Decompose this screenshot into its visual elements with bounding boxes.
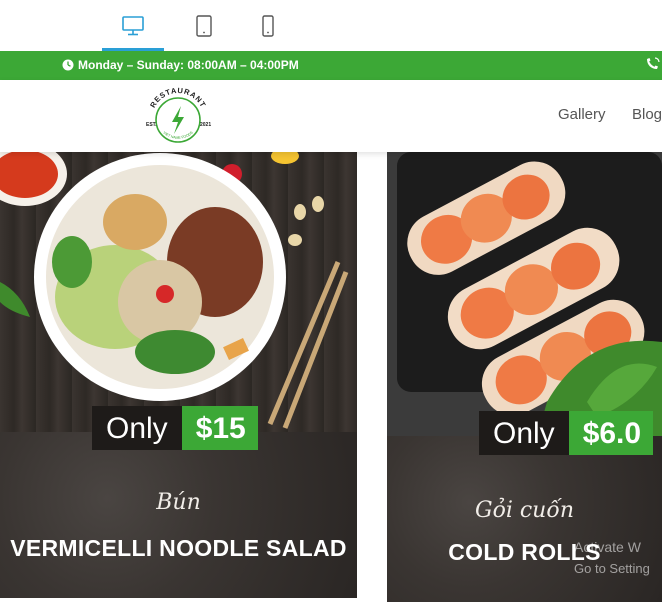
dish-name: VERMICELLI NOODLE SALAD [10, 535, 347, 561]
menu-card-cold-rolls[interactable]: Only $6.0 Gỏi cuốn COLD ROLLS [387, 152, 662, 602]
device-mobile-button[interactable] [237, 0, 299, 51]
vermicelli-photo [0, 152, 357, 434]
price-tag: Only $6.0 [479, 411, 654, 455]
noodle-bowl-image [0, 152, 349, 429]
desktop-icon [122, 15, 144, 35]
nav-gallery[interactable]: Gallery [558, 106, 606, 123]
device-tablet-button[interactable] [173, 0, 235, 51]
svg-text:2021: 2021 [200, 122, 211, 128]
mobile-icon [262, 14, 274, 37]
site-header: RESTAURANT EST. 2021 VIET NAME FOODS Gal… [0, 80, 662, 152]
clock-icon [62, 59, 74, 71]
tablet-icon [196, 14, 212, 37]
device-desktop-button[interactable] [102, 0, 164, 51]
price-tag: Only $15 [92, 406, 258, 450]
price-prefix: Only [92, 406, 182, 450]
price-value: $6.0 [568, 411, 654, 455]
card-lower-panel [0, 432, 357, 598]
phone-icon[interactable] [645, 57, 661, 71]
watermark-line-1: Activate W [574, 539, 641, 555]
device-toolbar [0, 0, 662, 51]
menu-card-vermicelli[interactable]: Only $15 Bún VERMICELLI NOODLE SALAD [0, 152, 357, 598]
dish-vietnamese-name: Gỏi cuốn [475, 498, 574, 523]
activation-watermark: Activate W Go to Setting [574, 536, 650, 580]
price-value: $15 [181, 406, 258, 450]
top-info-bar: Monday – Sunday: 08:00AM – 04:00PM [0, 51, 662, 80]
nav-blog[interactable]: Blog [632, 106, 662, 123]
opening-hours: Monday – Sunday: 08:00AM – 04:00PM [62, 58, 299, 72]
spring-rolls-image [387, 152, 662, 437]
watermark-line-2: Go to Setting [574, 561, 650, 576]
price-prefix: Only [479, 411, 569, 455]
restaurant-logo[interactable]: RESTAURANT EST. 2021 VIET NAME FOODS [138, 86, 218, 150]
cold-rolls-photo [387, 152, 662, 437]
dish-vietnamese-name: Bún [156, 490, 201, 515]
hours-text: Monday – Sunday: 08:00AM – 04:00PM [78, 58, 299, 72]
svg-text:EST.: EST. [146, 122, 157, 128]
